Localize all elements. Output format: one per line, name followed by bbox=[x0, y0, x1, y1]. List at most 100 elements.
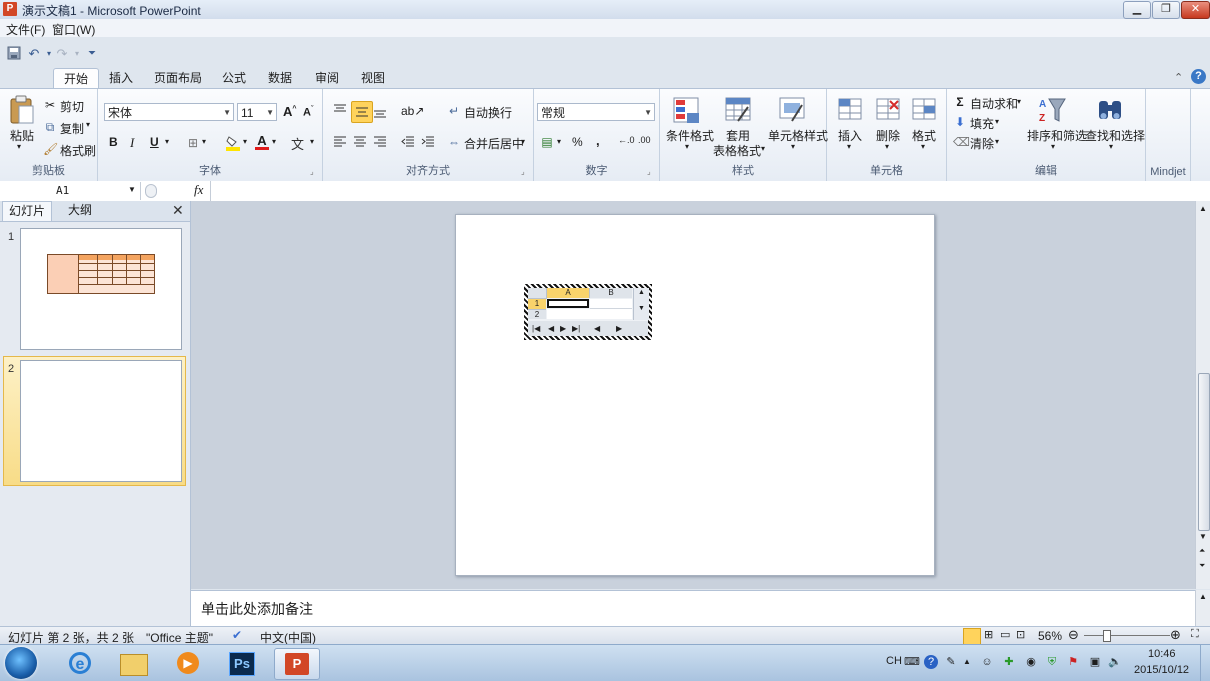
start-button[interactable] bbox=[5, 647, 37, 679]
prev-sheet-icon[interactable]: ◀ bbox=[548, 321, 554, 336]
show-desktop-button[interactable] bbox=[1200, 645, 1210, 681]
font-color-dropdown-icon[interactable]: ▾ bbox=[272, 137, 276, 146]
font-dialog-launcher-icon[interactable]: ⌟ bbox=[310, 167, 314, 176]
bold-button[interactable]: B bbox=[109, 135, 118, 149]
taskbar-explorer[interactable] bbox=[112, 648, 156, 678]
underline-dropdown-icon[interactable]: ▾ bbox=[165, 137, 169, 146]
ime-indicator[interactable]: CH bbox=[886, 655, 902, 667]
increase-indent-icon[interactable] bbox=[421, 135, 435, 149]
taskbar-powerpoint[interactable]: P bbox=[274, 648, 320, 680]
redo-dropdown-icon[interactable]: ▾ bbox=[69, 46, 85, 62]
comma-button[interactable]: , bbox=[596, 133, 600, 148]
spell-check-icon[interactable]: ✔ bbox=[232, 628, 242, 642]
increase-decimal-icon[interactable]: ←.0 bbox=[618, 135, 635, 145]
plus-tray-icon[interactable]: ✚ bbox=[1002, 655, 1016, 669]
next-slide-icon[interactable]: ⏷ bbox=[1199, 561, 1205, 571]
zoom-slider[interactable] bbox=[1084, 635, 1170, 636]
taskbar-media-player[interactable]: ▶ bbox=[166, 648, 210, 678]
reading-view-icon[interactable]: ▭ bbox=[1000, 628, 1010, 641]
network-icon[interactable]: ▣ bbox=[1088, 655, 1102, 669]
conditional-formatting-icon[interactable] bbox=[672, 95, 704, 125]
fill-button[interactable]: 填充 bbox=[970, 115, 994, 132]
user-tray-icon[interactable]: ☺ bbox=[980, 655, 994, 669]
volume-icon[interactable]: 🔈 bbox=[1108, 655, 1122, 669]
cut-button[interactable]: 剪切 bbox=[60, 98, 84, 115]
delete-cells-icon[interactable] bbox=[873, 95, 905, 125]
show-hidden-icons[interactable]: ▲ bbox=[960, 655, 974, 669]
clear-button[interactable]: 清除 bbox=[970, 135, 994, 152]
minimize-button[interactable]: ▁ bbox=[1123, 1, 1151, 19]
wrap-text-button[interactable]: 自动换行 bbox=[464, 104, 512, 121]
format-as-table-label-2[interactable]: 表格格式 bbox=[713, 142, 761, 159]
percent-button[interactable]: % bbox=[572, 135, 583, 149]
taskbar-ie[interactable]: e bbox=[58, 648, 102, 678]
number-format-combo[interactable]: 常规 ▼ bbox=[537, 103, 655, 121]
help-icon[interactable]: ? bbox=[1191, 69, 1206, 84]
fill-color-icon[interactable] bbox=[226, 135, 240, 151]
tab-page-layout[interactable]: 页面布局 bbox=[148, 68, 208, 88]
copy-dropdown-icon[interactable]: ▾ bbox=[86, 120, 90, 129]
format-as-table-dropdown-icon[interactable]: ▾ bbox=[761, 144, 765, 153]
tab-formulas[interactable]: 公式 bbox=[215, 68, 253, 88]
currency-dropdown-icon[interactable]: ▾ bbox=[557, 137, 561, 146]
fit-to-window-icon[interactable]: ⛶ bbox=[1191, 628, 1199, 641]
restore-button[interactable]: ❐ bbox=[1152, 1, 1180, 19]
column-header-a[interactable]: A bbox=[547, 288, 590, 298]
format-as-table-icon[interactable] bbox=[724, 95, 756, 125]
font-name-combo[interactable]: 宋体 ▼ bbox=[104, 103, 234, 121]
font-size-combo[interactable]: 11 ▼ bbox=[237, 103, 277, 121]
insert-cells-icon[interactable] bbox=[835, 95, 867, 125]
sort-filter-dropdown-icon[interactable]: ▾ bbox=[1051, 142, 1055, 151]
scroll-up-icon[interactable]: ▲ bbox=[1199, 592, 1207, 601]
shield-icon[interactable]: ⛨ bbox=[1045, 655, 1059, 669]
zoom-in-icon[interactable]: ⊕ bbox=[1170, 627, 1181, 643]
notes-pane[interactable]: 单击此处添加备注 bbox=[191, 590, 1195, 627]
find-select-dropdown-icon[interactable]: ▾ bbox=[1109, 142, 1113, 151]
paste-icon[interactable] bbox=[8, 95, 40, 125]
font-color-icon[interactable]: A bbox=[255, 134, 269, 151]
slideshow-view-icon[interactable]: ⊡ bbox=[1016, 628, 1025, 641]
formula-input[interactable] bbox=[210, 181, 1210, 201]
tab-view[interactable]: 视图 bbox=[354, 68, 392, 88]
menu-window[interactable]: 窗口(W) bbox=[52, 21, 95, 38]
insert-cells-dropdown-icon[interactable]: ▾ bbox=[847, 142, 851, 151]
binoculars-icon[interactable] bbox=[1095, 95, 1127, 125]
first-sheet-icon[interactable]: |◀ bbox=[532, 321, 540, 336]
tab-data[interactable]: 数据 bbox=[261, 68, 299, 88]
zoom-level[interactable]: 56% bbox=[1038, 629, 1062, 643]
find-select-button[interactable]: 查找和选择 bbox=[1085, 127, 1145, 144]
decrease-decimal-icon[interactable]: .00 bbox=[638, 135, 651, 145]
powerpoint-app-icon[interactable]: P bbox=[3, 2, 17, 16]
sheet-vertical-scrollbar[interactable]: ▲ ▼ bbox=[633, 288, 649, 320]
merge-center-button[interactable]: 合并后居中 bbox=[464, 135, 524, 152]
phonetic-dropdown-icon[interactable]: ▾ bbox=[310, 137, 314, 146]
scroll-up-icon[interactable]: ▲ bbox=[634, 288, 649, 298]
italic-button[interactable]: I bbox=[130, 135, 134, 151]
name-box[interactable]: A1 ▼ bbox=[0, 182, 141, 200]
sort-filter-icon[interactable]: AZ bbox=[1037, 95, 1069, 125]
grow-font-icon[interactable]: A^ bbox=[283, 104, 296, 119]
align-middle-icon[interactable] bbox=[351, 101, 373, 123]
tab-outline[interactable]: 大纲 bbox=[56, 201, 104, 220]
phonetic-icon[interactable]: 文 bbox=[291, 134, 304, 153]
sort-filter-button[interactable]: 排序和筛选 bbox=[1027, 127, 1087, 144]
column-header-b[interactable]: B bbox=[590, 288, 632, 298]
cell-styles-button[interactable]: 单元格样式 bbox=[768, 127, 828, 144]
autosum-dropdown-icon[interactable]: ▾ bbox=[1017, 97, 1021, 106]
slide-thumbnail-2[interactable] bbox=[20, 360, 182, 482]
conditional-formatting-button[interactable]: 条件格式 bbox=[666, 127, 714, 144]
number-dialog-launcher-icon[interactable]: ⌟ bbox=[647, 167, 651, 176]
scroll-thumb[interactable] bbox=[1198, 373, 1210, 531]
active-cell-a1[interactable] bbox=[547, 299, 589, 308]
autosum-button[interactable]: 自动求和 bbox=[970, 95, 1018, 112]
notes-scrollbar[interactable]: ▲ bbox=[1195, 590, 1210, 626]
customize-qat-icon[interactable]: ⏷ bbox=[84, 46, 100, 62]
scroll-down-icon[interactable]: ▼ bbox=[1199, 532, 1207, 541]
editor-vertical-scrollbar[interactable]: ▲ ▼ ⏶ ⏷ bbox=[1195, 201, 1210, 589]
format-cells-icon[interactable] bbox=[909, 95, 941, 125]
align-top-icon[interactable] bbox=[333, 103, 347, 117]
row-2-cells[interactable] bbox=[547, 309, 632, 319]
cell-b1[interactable] bbox=[590, 299, 632, 309]
merge-dropdown-icon[interactable]: ▾ bbox=[521, 137, 525, 146]
tab-home[interactable]: 开始 bbox=[53, 68, 99, 89]
